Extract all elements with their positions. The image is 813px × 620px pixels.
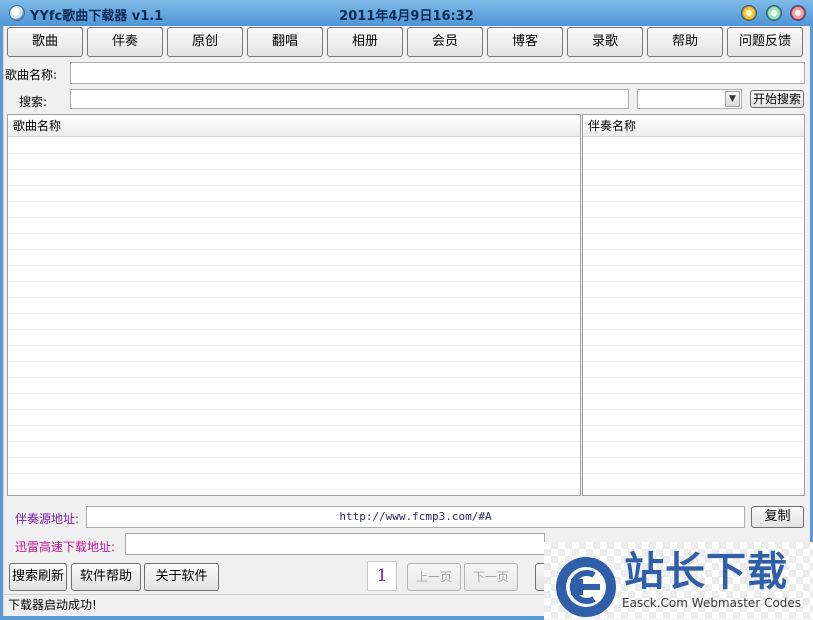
nav-button-cover[interactable]: 翻唱: [247, 27, 323, 57]
search-label: 搜索:: [19, 95, 48, 109]
start-search-button[interactable]: 开始搜索: [750, 90, 804, 108]
thunder-url-label: 迅雷高速下载地址:: [15, 540, 116, 554]
nav-button-blog[interactable]: 博客: [487, 27, 563, 57]
thunder-url-field[interactable]: [125, 533, 545, 555]
chevron-down-icon[interactable]: ▼: [725, 91, 740, 107]
minimize-icon[interactable]: [741, 5, 757, 21]
prev-page-button[interactable]: 上一页: [407, 563, 461, 591]
title-bar[interactable]: YYfc歌曲下载器 v1.1 2011年4月9日16:32: [0, 0, 813, 26]
app-window: YYfc歌曲下载器 v1.1 2011年4月9日16:32 歌曲 伴奏 原创 翻…: [0, 0, 813, 620]
watermark-title: 站长下载: [624, 549, 788, 595]
software-help-button[interactable]: 软件帮助: [71, 563, 141, 591]
site-logo-icon: [556, 557, 616, 617]
song-list[interactable]: 歌曲名称: [7, 114, 581, 496]
nav-button-help[interactable]: 帮助: [647, 27, 723, 57]
song-list-header[interactable]: 歌曲名称: [8, 115, 580, 137]
watermark-subtitle: Easck.Com Webmaster Codes: [622, 596, 802, 610]
watermark: 站长下载 Easck.Com Webmaster Codes: [544, 542, 813, 620]
copy-button[interactable]: 复制: [751, 506, 804, 528]
app-logo-icon: [9, 5, 25, 21]
page-number: 1: [367, 561, 397, 591]
client-area: 歌曲 伴奏 原创 翻唱 相册 会员 博客 录歌 帮助 问题反馈 歌曲名称: 搜索…: [3, 26, 811, 616]
accompaniment-source-field[interactable]: http://www.fcmp3.com/#A: [86, 506, 745, 528]
accompaniment-list-body[interactable]: [583, 138, 804, 495]
search-type-select[interactable]: ▼: [637, 89, 742, 109]
nav-button-feedback[interactable]: 问题反馈: [727, 27, 803, 57]
search-refresh-button[interactable]: 搜索刷新: [9, 563, 67, 591]
song-name-field[interactable]: [70, 62, 805, 84]
window-title: YYfc歌曲下载器 v1.1: [30, 9, 164, 24]
nav-button-member[interactable]: 会员: [407, 27, 483, 57]
search-input[interactable]: [70, 89, 629, 109]
accompaniment-list-header[interactable]: 伴奏名称: [583, 115, 804, 137]
accompaniment-source-label: 伴奏源地址:: [15, 512, 80, 526]
accompaniment-source-url: http://www.fcmp3.com/#A: [339, 510, 492, 523]
nav-button-songs[interactable]: 歌曲: [7, 27, 83, 57]
next-page-button[interactable]: 下一页: [464, 563, 518, 591]
nav-button-album[interactable]: 相册: [327, 27, 403, 57]
accompaniment-list[interactable]: 伴奏名称: [582, 114, 805, 496]
about-software-button[interactable]: 关于软件: [144, 563, 219, 591]
close-icon[interactable]: [790, 5, 806, 21]
nav-button-record[interactable]: 录歌: [567, 27, 643, 57]
maximize-icon[interactable]: [766, 5, 782, 21]
nav-button-original[interactable]: 原创: [167, 27, 243, 57]
song-list-body[interactable]: [8, 138, 580, 495]
nav-button-accompaniment[interactable]: 伴奏: [87, 27, 163, 57]
song-name-label: 歌曲名称:: [5, 68, 58, 82]
